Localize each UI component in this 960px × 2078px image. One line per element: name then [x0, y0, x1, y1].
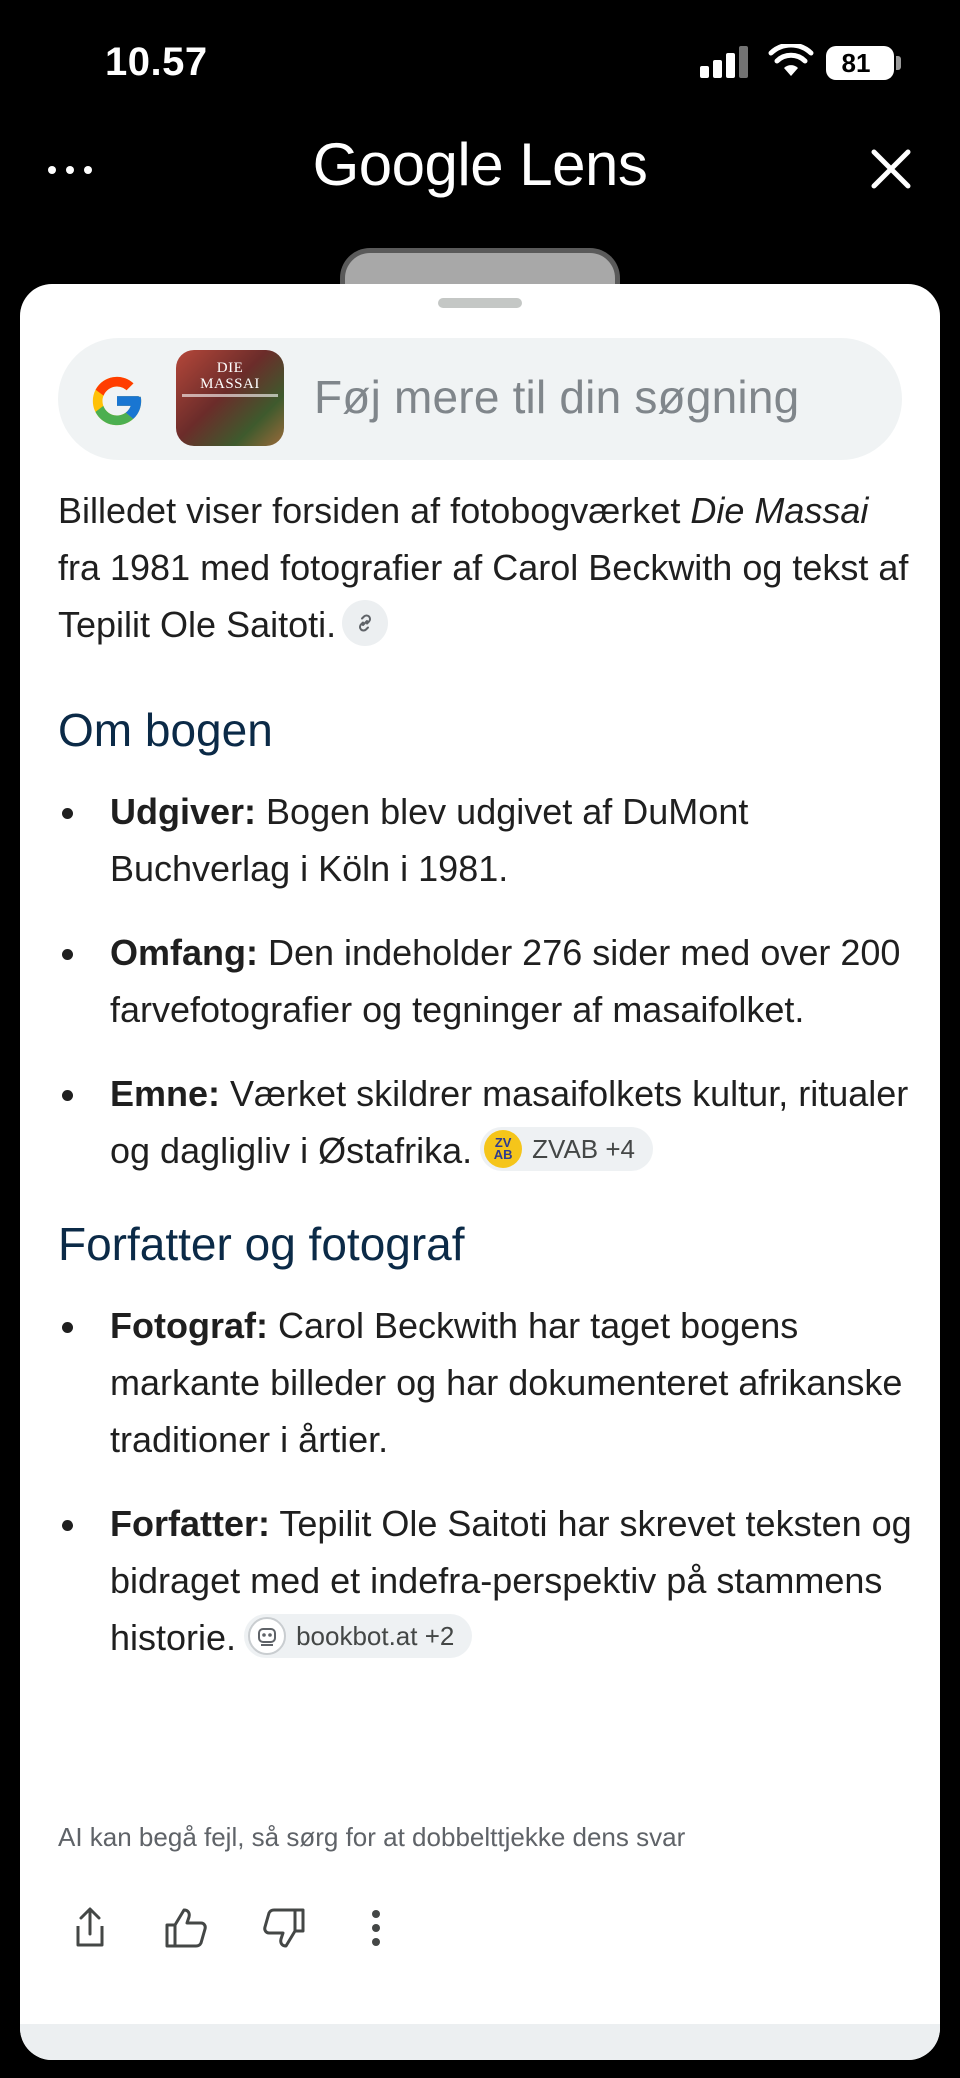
feedback-actions	[58, 1898, 458, 1958]
thumbs-down-button[interactable]	[254, 1898, 314, 1958]
thumbs-down-icon	[263, 1908, 305, 1948]
thumbnail-subtitle-line	[182, 394, 278, 397]
share-icon	[76, 1907, 104, 1947]
drag-handle[interactable]	[438, 298, 522, 308]
app-title: Google Lens	[312, 131, 648, 198]
section-heading: Forfatter og fotograf	[58, 1218, 465, 1270]
thumbs-up-button[interactable]	[156, 1898, 216, 1958]
bullet-list: Udgiver: Bogen blev udgivet af DuMont Bu…	[58, 783, 918, 1179]
list-item: Fotograf: Carol Beckwith har taget bogen…	[58, 1297, 918, 1468]
battery-nub	[896, 56, 901, 70]
list-item: Udgiver: Bogen blev udgivet af DuMont Bu…	[58, 783, 918, 897]
book-title: Die Massai	[690, 490, 869, 531]
bookbot-logo-icon	[248, 1617, 287, 1656]
status-bar: 10.57 81	[0, 0, 960, 130]
close-icon[interactable]	[868, 146, 914, 192]
search-bar[interactable]: DIE MASSAI Føj mere til din søgning	[58, 338, 902, 460]
zvab-logo-icon: ZV AB	[484, 1130, 523, 1169]
source-link-button[interactable]	[342, 600, 389, 647]
thumbnail-book-title: DIE MASSAI	[200, 360, 260, 392]
search-input[interactable]: Føj mere til din søgning	[314, 370, 799, 424]
list-item: Omfang: Den indeholder 276 sider med ove…	[58, 924, 918, 1038]
share-button[interactable]	[60, 1898, 120, 1958]
link-icon	[359, 614, 372, 633]
wifi-icon	[768, 44, 814, 76]
bullet-list: Fotograf: Carol Beckwith har taget bogen…	[58, 1297, 918, 1666]
result-sheet: DIE MASSAI Føj mere til din søgning Bill…	[20, 284, 940, 2060]
list-item: Forfatter: Tepilit Ole Saitoti har skrev…	[58, 1495, 918, 1666]
more-actions-button[interactable]	[346, 1898, 406, 1958]
clock: 10.57	[105, 40, 208, 84]
answer-intro: Billedet viser forsiden af fotobogværket…	[58, 490, 909, 647]
sheet-footer	[20, 2024, 940, 2060]
battery-level: 81	[841, 48, 871, 78]
query-image-thumbnail[interactable]: DIE MASSAI	[176, 350, 284, 446]
cellular-signal-icon	[700, 46, 750, 78]
battery-icon: 81	[826, 46, 894, 80]
ai-disclaimer: AI kan begå fejl, så sørg for at dobbelt…	[58, 1822, 686, 1852]
section-heading: Om bogen	[58, 704, 273, 756]
source-chip-bookbot[interactable]: bookbot.at +2	[244, 1614, 473, 1659]
thumbs-up-icon	[165, 1908, 207, 1948]
source-chip-zvab[interactable]: ZV AB ZVAB +4	[480, 1127, 654, 1172]
more-vertical-icon	[372, 1910, 380, 1946]
list-item: Emne: Værket skildrer masaifolkets kultu…	[58, 1065, 918, 1179]
google-g-icon	[92, 376, 142, 426]
ai-answer: Billedet viser forsiden af fotobogværket…	[58, 482, 918, 1693]
